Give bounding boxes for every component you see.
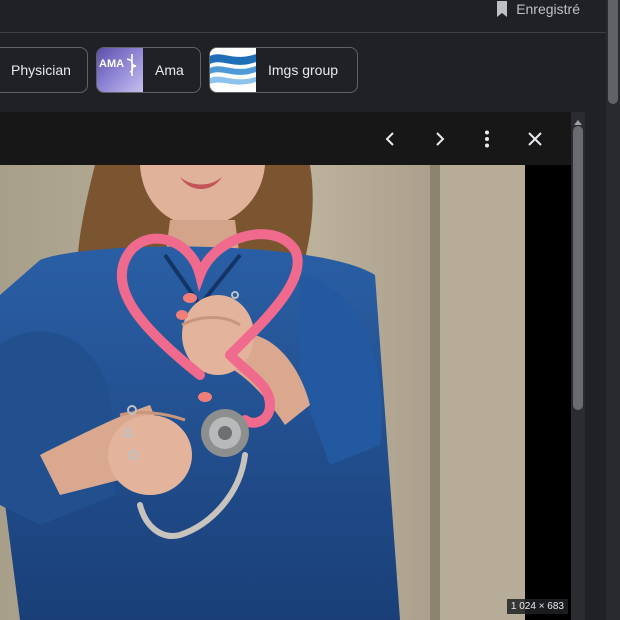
chevron-right-icon (436, 132, 445, 146)
chip-imgs-group[interactable]: Imgs group (209, 47, 358, 93)
more-options-button[interactable] (474, 126, 500, 152)
viewer-scrollbar-thumb[interactable] (573, 126, 583, 410)
top-bar: Enregistré (0, 0, 606, 33)
saved-button[interactable]: Enregistré (496, 0, 580, 18)
close-icon (528, 132, 542, 146)
preview-image[interactable] (0, 165, 525, 620)
ama-thumbnail: AMA (97, 48, 143, 92)
page-scrollbar-thumb[interactable] (608, 0, 618, 104)
saved-label: Enregistré (516, 1, 580, 17)
chevron-left-icon (385, 132, 394, 146)
viewer-toolbar (0, 112, 571, 164)
more-vert-icon (485, 130, 489, 148)
scroll-up-arrow-icon[interactable] (572, 114, 584, 125)
chip-ama[interactable]: AMA Ama (96, 47, 201, 93)
chip-label: Imgs group (268, 62, 339, 78)
next-image-button[interactable] (426, 126, 452, 152)
image-search-page: Enregistré Physician AMA Ama Imgs group … (0, 0, 620, 620)
chip-label: Physician (11, 62, 71, 78)
image-dimensions-label: 1 024 × 683 (506, 599, 568, 614)
bookmark-icon (496, 1, 508, 17)
ama-staff-icon (126, 54, 137, 76)
close-viewer-button[interactable] (522, 126, 548, 152)
previous-image-button[interactable] (378, 126, 404, 152)
image-preview-area: 1 024 × 683 (0, 165, 571, 620)
chip-label: Ama (155, 62, 184, 78)
chip-physician[interactable]: Physician (0, 47, 88, 93)
imgs-group-thumbnail (210, 48, 256, 92)
related-searches-chips: Physician AMA Ama Imgs group (0, 47, 606, 95)
image-viewer-panel: 1 024 × 683 (0, 112, 571, 620)
ama-logo: AMA (99, 58, 125, 70)
